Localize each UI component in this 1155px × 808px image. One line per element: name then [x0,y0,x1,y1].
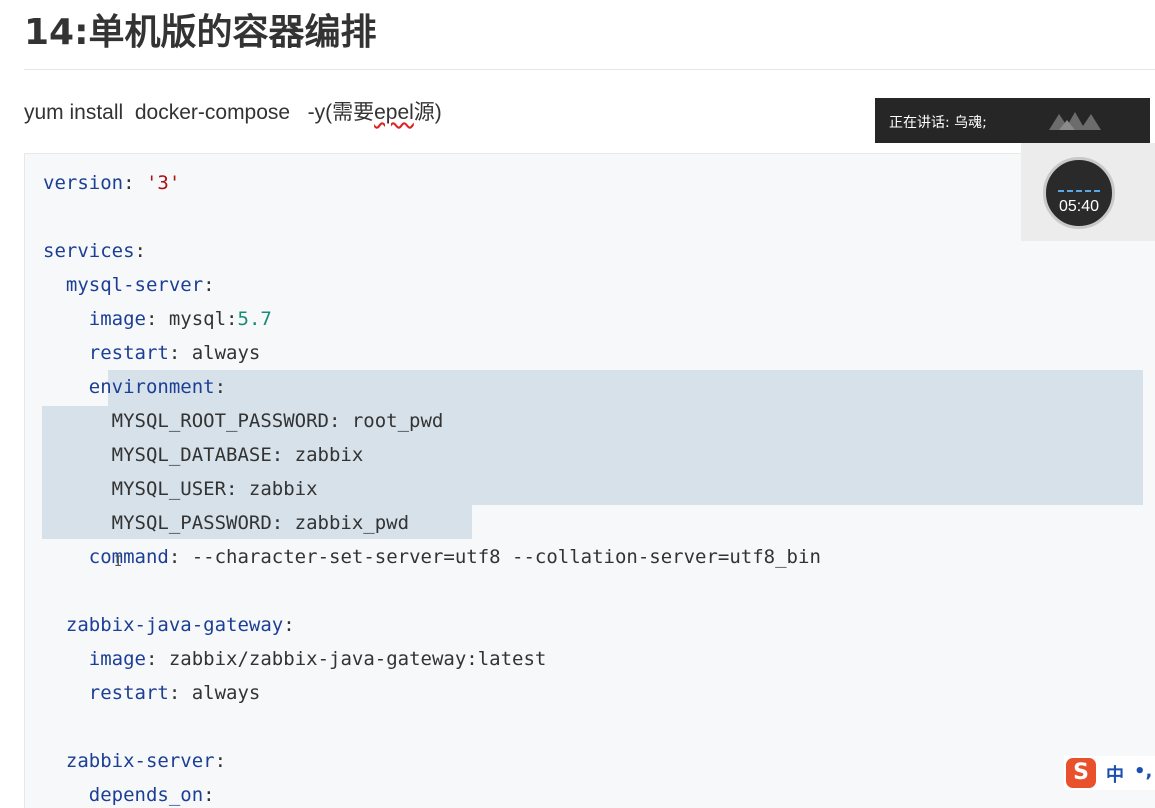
text-cursor-icon: I [114,554,123,570]
code-token: : [168,682,192,704]
code-line: image: zabbix/zabbix-java-gateway:latest [43,642,547,676]
code-line: MYSQL_ROOT_PASSWORD: root_pwd [43,404,444,438]
code-token: : [145,648,169,670]
code-token: image [88,648,146,670]
code-token: : [168,546,192,568]
code-token: : [134,240,146,262]
code-line: restart: always [43,676,261,710]
recording-timer-panel: 05:40 [1021,143,1155,241]
code-line: zabbix-java-gateway: [43,608,295,642]
code-token: always [191,682,261,704]
code-token: zabbix-java-gateway [65,614,284,636]
code-line: services: [43,234,146,268]
code-token: : [283,614,295,636]
code-line: MYSQL_DATABASE: zabbix [43,438,364,472]
code-token: : [123,172,146,194]
code-line: image: mysql:5.7 [43,302,272,336]
code-line: restart: always [43,336,261,370]
code-token: : [203,274,215,296]
code-token: zabbix/zabbix-java-gateway:latest [168,648,547,670]
sogou-ime-icon[interactable]: S [1066,758,1096,788]
recording-timer: 05:40 [1058,198,1100,215]
page-title: 14:单机版的容器编排 [24,12,377,53]
spellcheck-word: epel [374,101,414,124]
code-token: environment [88,376,215,398]
code-line: zabbix-server: [43,744,226,778]
code-token: : [168,342,192,364]
speaking-indicator: 正在讲话: 乌魂; [875,98,1150,143]
code-token: : [214,376,227,398]
code-line: command: --character-set-server=utf8 --c… [43,540,821,574]
code-token: : [203,784,215,806]
code-token: '3' [145,172,181,194]
code-token: restart [88,342,169,364]
code-token: always [191,342,261,364]
selection-highlight [108,370,1143,406]
code-token: mysql-server [65,274,204,296]
code-token: : [145,308,169,330]
code-token: image [88,308,146,330]
code-token: MYSQL_PASSWORD: zabbix_pwd [111,512,410,534]
code-token: mysql: [168,308,238,330]
ime-chinese-mode[interactable]: 中 [1106,761,1124,787]
speaking-label: 正在讲话: 乌魂; [889,115,987,131]
ime-punctuation-mode[interactable]: •, [1134,761,1152,782]
code-line: environment: [43,370,226,404]
install-command-suffix: 源) [413,101,442,124]
code-token: --character-set-server=utf8 --collation-… [191,546,821,568]
code-block[interactable]: version: '3' services: mysql-server: imag… [24,153,1155,808]
code-line: MYSQL_PASSWORD: zabbix_pwd [43,506,409,540]
ime-toolbar[interactable]: S 中 •, [1064,756,1155,790]
code-token: MYSQL_DATABASE: zabbix [111,444,364,466]
code-token: zabbix-server [65,750,215,772]
code-token: services [43,240,135,262]
audio-wave-icon [1058,190,1100,194]
code-token: : [214,750,227,772]
code-token: MYSQL_ROOT_PASSWORD: root_pwd [111,410,444,432]
code-line: depends_on: [43,778,215,808]
code-token: restart [88,682,169,704]
title-divider [24,69,1155,70]
code-token: depends_on [88,784,204,806]
install-command-text: yum install docker-compose -y(需要 [24,101,375,124]
code-line: MYSQL_USER: zabbix [43,472,318,506]
install-command: yum install docker-compose -y(需要epel源) [24,98,442,128]
meeting-logo-icon [1049,112,1101,130]
code-token: command [88,546,169,568]
code-line: version: '3' [43,166,180,200]
code-token: 5.7 [237,308,272,330]
code-token: MYSQL_USER: zabbix [111,478,318,500]
code-line: mysql-server: [43,268,215,302]
code-token: version [43,172,124,194]
recording-timer-button[interactable]: 05:40 [1043,157,1115,229]
